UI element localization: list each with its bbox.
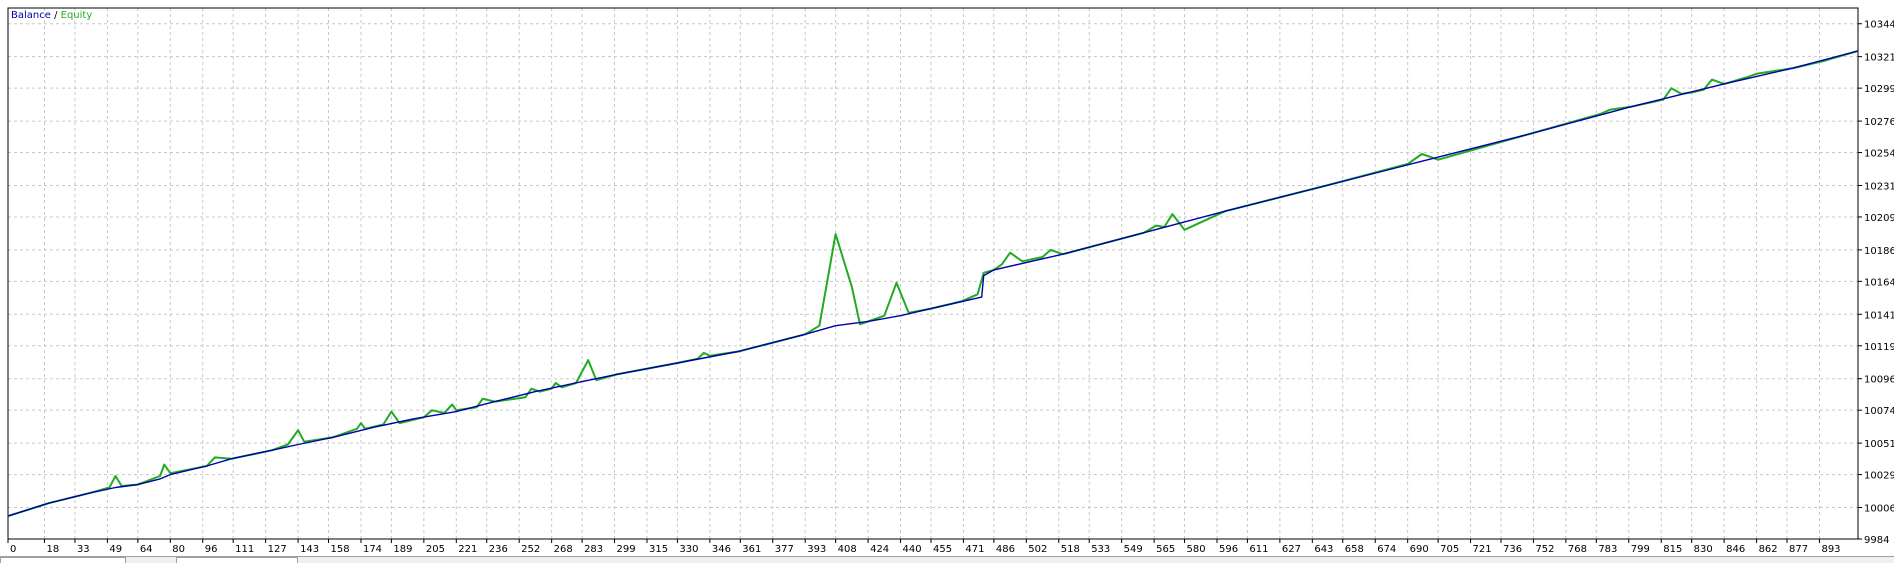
chart-svg: 0 18 33 49 64 80 96 111 127 143 158 174 189 205 221 236…: [0, 0, 1894, 556]
x-tick-label: 143: [300, 544, 319, 555]
x-tick-label: 315: [649, 544, 668, 555]
x-tick-label: 643: [1314, 544, 1333, 555]
x-tick-label: 580: [1187, 544, 1206, 555]
x-tick-label: 64: [140, 544, 153, 555]
x-tick-label: 486: [996, 544, 1015, 555]
y-tick-label: 10321: [1864, 53, 1894, 64]
x-tick-label: 268: [554, 544, 573, 555]
x-tick-label: 393: [807, 544, 826, 555]
y-tick-label: 10051: [1864, 439, 1894, 450]
x-tick-label: 455: [933, 544, 952, 555]
x-tick-label: 33: [77, 544, 90, 555]
x-tick-label: 533: [1091, 544, 1110, 555]
chart-background: [0, 0, 1894, 556]
x-tick-label: 0: [10, 544, 16, 555]
y-tick-label: 9984: [1864, 535, 1889, 546]
x-tick-label: 440: [903, 544, 922, 555]
x-tick-label: 893: [1821, 544, 1840, 555]
x-tick-label: 518: [1061, 544, 1080, 555]
x-tick-label: 471: [965, 544, 984, 555]
x-tick-label: 783: [1598, 544, 1617, 555]
y-tick-label: 10119: [1864, 342, 1894, 353]
x-tick-label: 862: [1759, 544, 1778, 555]
y-tick-label: 10209: [1864, 213, 1894, 224]
x-tick-label: 221: [458, 544, 477, 555]
x-tick-label: 705: [1440, 544, 1459, 555]
legend-text: Balance / Equity: [11, 10, 92, 21]
x-tick-label: 752: [1535, 544, 1554, 555]
x-tick-label: 174: [363, 544, 382, 555]
x-tick-label: 565: [1156, 544, 1175, 555]
x-tick-label: 611: [1249, 544, 1268, 555]
x-tick-label: 799: [1631, 544, 1650, 555]
x-tick-label: 158: [331, 544, 350, 555]
x-tick-label: 80: [172, 544, 185, 555]
x-tick-label: 846: [1726, 544, 1745, 555]
y-tick-label: 10186: [1864, 246, 1894, 257]
y-tick-label: 10096: [1864, 375, 1894, 386]
y-tick-label: 10006: [1864, 504, 1894, 515]
x-tick-label: 830: [1694, 544, 1713, 555]
x-tick-label: 377: [775, 544, 794, 555]
y-tick-label: 10141: [1864, 310, 1894, 321]
x-tick-label: 627: [1282, 544, 1301, 555]
y-tick-label: 10231: [1864, 181, 1894, 192]
x-tick-label: 252: [521, 544, 540, 555]
legend-entry-equity: Equity: [61, 10, 93, 21]
x-tick-label: 189: [393, 544, 412, 555]
y-tick-label: 10299: [1864, 84, 1894, 95]
x-tick-label: 424: [870, 544, 889, 555]
x-tick-label: 502: [1028, 544, 1047, 555]
x-tick-label: 736: [1503, 544, 1522, 555]
y-tick-label: 10276: [1864, 117, 1894, 128]
x-tick-label: 330: [679, 544, 698, 555]
y-tick-label: 10074: [1864, 406, 1894, 417]
x-tick-label: 283: [584, 544, 603, 555]
y-tick-label: 10164: [1864, 277, 1894, 288]
balance-equity-chart: 0 18 33 49 64 80 96 111 127 143 158 174 189 205 221 236…: [0, 0, 1894, 563]
x-tick-label: 877: [1789, 544, 1808, 555]
x-tick-label: 690: [1410, 544, 1429, 555]
legend-separator: /: [51, 10, 61, 21]
x-tick-label: 674: [1377, 544, 1396, 555]
x-tick-label: 205: [426, 544, 445, 555]
x-tick-label: 49: [109, 544, 122, 555]
y-tick-label: 10344: [1864, 20, 1894, 31]
x-tick-label: 815: [1663, 544, 1682, 555]
x-tick-label: 18: [47, 544, 60, 555]
x-tick-label: 361: [742, 544, 761, 555]
x-tick-label: 111: [235, 544, 254, 555]
x-tick-label: 658: [1345, 544, 1364, 555]
tester-tab-2[interactable]: [176, 557, 298, 563]
y-tick-label: 10254: [1864, 149, 1894, 160]
x-tick-label: 408: [838, 544, 857, 555]
x-tick-label: 346: [712, 544, 731, 555]
legend-entry-balance: Balance: [11, 10, 51, 21]
x-tick-label: 721: [1473, 544, 1492, 555]
tester-tab-1[interactable]: [0, 557, 126, 563]
x-tick-label: 236: [489, 544, 508, 555]
x-tick-label: 768: [1568, 544, 1587, 555]
x-tick-label: 549: [1124, 544, 1143, 555]
y-tick-label: 10029: [1864, 471, 1894, 482]
legend: Balance / Equity: [11, 10, 92, 21]
x-tick-label: 596: [1219, 544, 1238, 555]
x-tick-label: 127: [268, 544, 287, 555]
x-tick-label: 96: [205, 544, 218, 555]
x-tick-label: 299: [617, 544, 636, 555]
